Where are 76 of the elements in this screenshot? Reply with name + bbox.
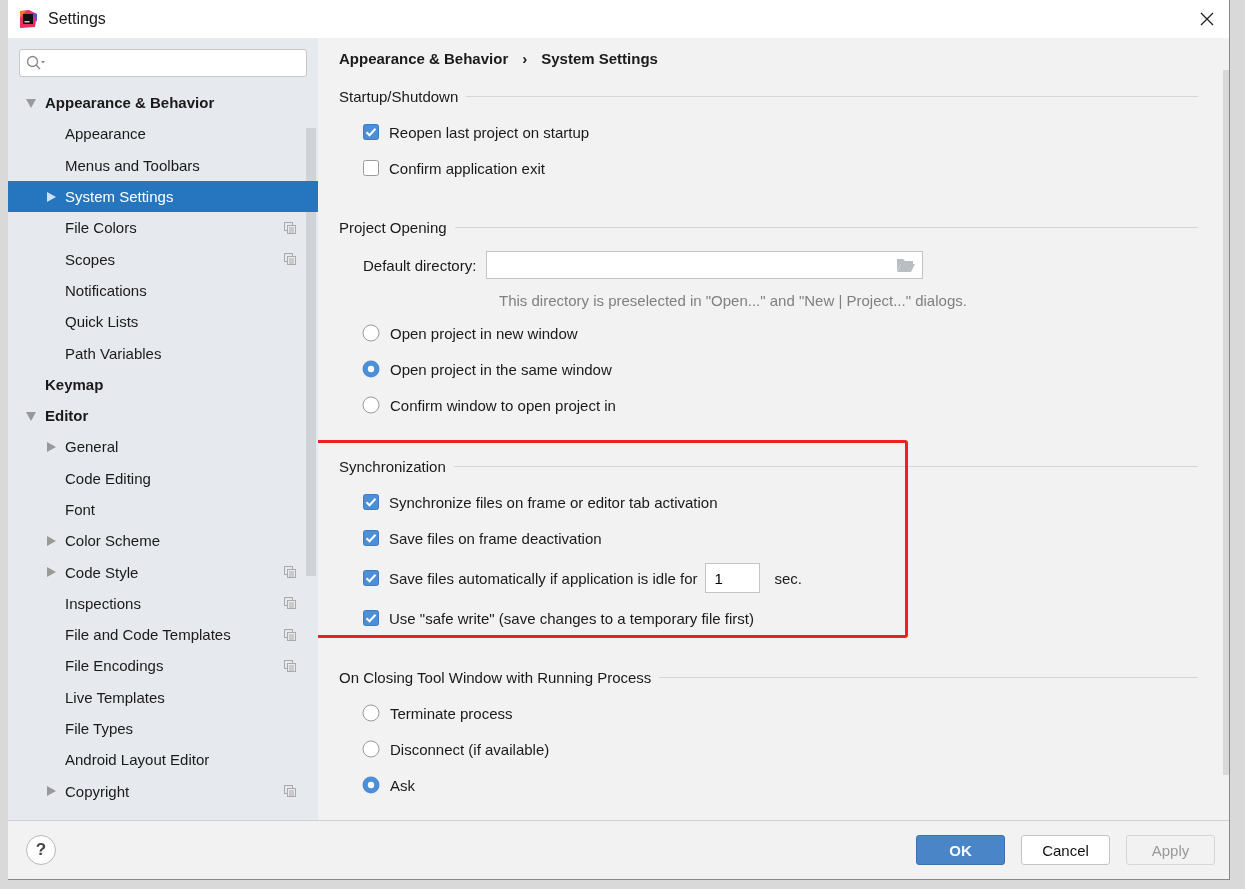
expand-down-icon[interactable] <box>25 409 37 422</box>
radio-label[interactable]: Confirm window to open project in <box>390 396 616 414</box>
radio-button[interactable] <box>362 704 380 722</box>
checkbox[interactable] <box>363 160 379 176</box>
radio-label[interactable]: Open project in the same window <box>390 360 612 378</box>
sidebar-item[interactable]: Menus and Toolbars <box>8 149 318 181</box>
section-title: On Closing Tool Window with Running Process <box>339 668 652 686</box>
radio-label[interactable]: Terminate process <box>390 704 513 722</box>
radio-button[interactable] <box>362 360 380 378</box>
dialog-button[interactable]: Cancel <box>1021 835 1110 865</box>
sidebar-item[interactable]: System Settings <box>8 180 318 213</box>
sidebar-item[interactable]: Font <box>8 493 318 526</box>
radio-label[interactable]: Open project in new window <box>390 324 578 342</box>
checkbox-label[interactable]: Save files automatically if application is idle for <box>389 569 698 587</box>
radio-button[interactable] <box>362 324 380 342</box>
number-field[interactable]: 1 <box>705 563 761 593</box>
radio-label[interactable]: Disconnect (if available) <box>390 740 550 758</box>
expand-right-icon[interactable] <box>45 566 57 579</box>
sidebar-item[interactable]: Copyright <box>8 775 318 807</box>
sidebar-item[interactable]: Editor <box>8 399 318 432</box>
section-title: Synchronization <box>339 457 446 475</box>
breadcrumb-separator: › <box>522 49 528 67</box>
radio-label[interactable]: Ask <box>390 776 415 794</box>
search-icon <box>26 55 46 71</box>
search-field[interactable] <box>19 49 307 77</box>
sidebar-item[interactable]: File Colors <box>8 212 318 244</box>
breadcrumb-item[interactable]: Appearance & Behavior <box>339 49 509 67</box>
section-title: Project Opening <box>339 218 447 236</box>
sidebar-item[interactable]: Code Editing <box>8 462 318 494</box>
checkbox[interactable] <box>363 530 379 546</box>
radio-button[interactable] <box>362 396 380 414</box>
sidebar-item[interactable]: Quick Lists <box>8 306 318 338</box>
checkbox-label[interactable]: Confirm application exit <box>389 159 545 177</box>
sidebar-item[interactable]: File Encodings <box>8 650 318 682</box>
checkbox[interactable] <box>363 124 379 140</box>
window-title: Settings <box>48 10 106 28</box>
expand-down-icon[interactable] <box>25 96 37 109</box>
expand-right-icon[interactable] <box>45 190 57 203</box>
close-icon[interactable] <box>1199 11 1215 27</box>
expand-right-icon[interactable] <box>45 534 57 547</box>
unit-label: sec. <box>774 569 802 587</box>
directory-field[interactable] <box>486 251 924 279</box>
sidebar-item[interactable]: Notifications <box>8 274 318 307</box>
checkbox-label[interactable]: Reopen last project on startup <box>389 123 590 141</box>
folder-icon[interactable] <box>896 257 917 273</box>
sidebar-item[interactable]: Path Variables <box>8 337 318 369</box>
sidebar-item[interactable]: Keymap <box>8 368 318 400</box>
expand-right-icon[interactable] <box>45 440 57 453</box>
sidebar-item[interactable]: Color Scheme <box>8 525 318 557</box>
dialog-button[interactable]: OK <box>916 835 1005 865</box>
sidebar-item[interactable]: Inspections <box>8 587 318 620</box>
sidebar-item[interactable]: Scopes <box>8 243 318 275</box>
checkbox-label[interactable]: Synchronize files on frame or editor tab activation <box>389 493 718 511</box>
sidebar-item[interactable]: Code Style <box>8 556 318 588</box>
checkbox-label[interactable]: Use "safe write" (save changes to a temporary file first) <box>389 609 754 627</box>
radio-button[interactable] <box>362 776 380 794</box>
sidebar-item[interactable]: General <box>8 431 318 463</box>
breadcrumb-item[interactable]: System Settings <box>541 49 658 67</box>
expand-right-icon[interactable] <box>45 785 57 798</box>
hint-text: This directory is preselected in "Open..." and "New | Project..." dialogs. <box>498 290 968 311</box>
checkbox-label[interactable]: Save files on frame deactivation <box>389 529 602 547</box>
help-button[interactable]: ? <box>26 835 56 865</box>
checkbox[interactable] <box>363 570 379 586</box>
checkbox[interactable] <box>363 494 379 510</box>
app-logo-icon <box>18 9 38 29</box>
checkbox[interactable] <box>363 610 379 626</box>
sidebar-item[interactable]: File Types <box>8 712 318 745</box>
sidebar-item[interactable]: Appearance & Behavior <box>8 87 318 119</box>
section-title: Startup/Shutdown <box>339 87 459 105</box>
sidebar-item[interactable]: Appearance <box>8 118 318 150</box>
field-label: Default directory: <box>363 256 477 274</box>
radio-button[interactable] <box>362 740 380 758</box>
sidebar-item[interactable]: Live Templates <box>8 681 318 713</box>
sidebar-item[interactable]: Android Layout Editor <box>8 744 318 776</box>
scrollbar[interactable] <box>306 128 316 576</box>
sidebar-item[interactable]: File and Code Templates <box>8 619 318 651</box>
